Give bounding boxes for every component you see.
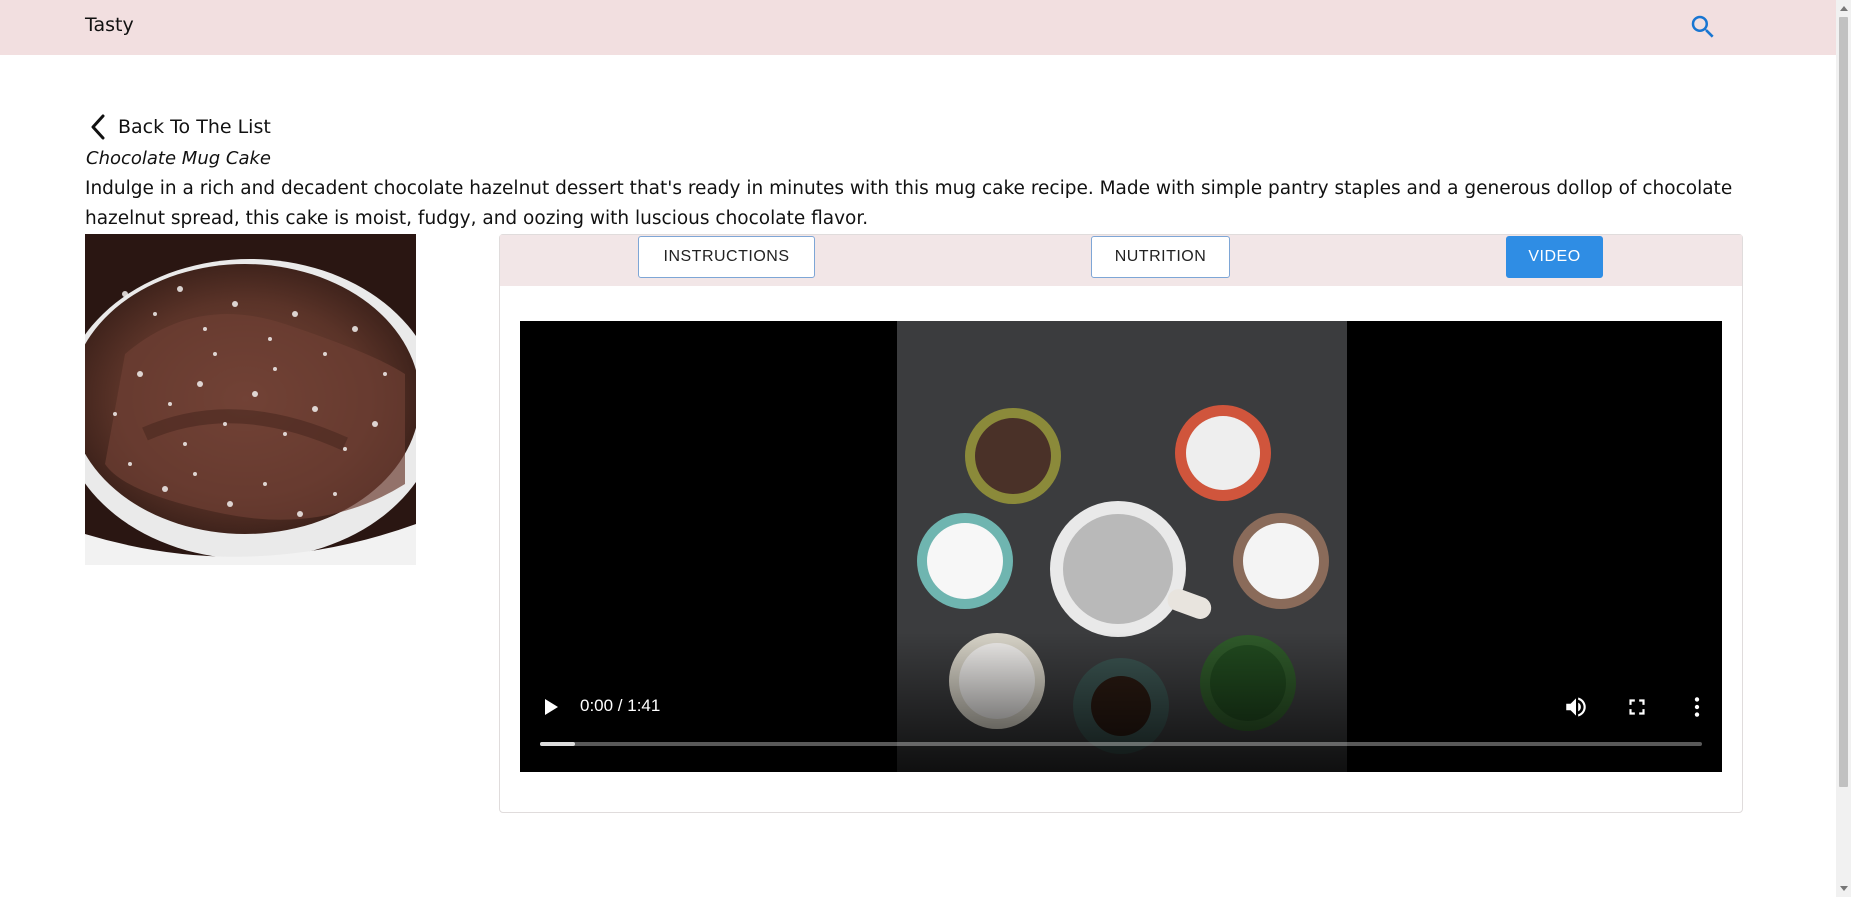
page-scrollbar[interactable]	[1836, 0, 1851, 897]
tab-nutrition[interactable]: NUTRITION	[1091, 236, 1230, 278]
video-time: 0:00 / 1:41	[580, 696, 661, 715]
top-navbar: Tasty	[0, 0, 1836, 55]
search-icon[interactable]	[1688, 12, 1718, 42]
video-progress-fill	[540, 742, 575, 746]
scroll-down-arrow-icon[interactable]	[1840, 886, 1848, 891]
brand-title[interactable]: Tasty	[85, 14, 134, 36]
back-link-label: Back To The List	[118, 116, 271, 138]
fullscreen-icon[interactable]	[1624, 694, 1650, 720]
tab-bar: INSTRUCTIONS NUTRITION VIDEO	[500, 235, 1742, 286]
recipe-title: Chocolate Mug Cake	[86, 148, 271, 169]
scroll-up-arrow-icon[interactable]	[1840, 6, 1848, 11]
tab-instructions[interactable]: INSTRUCTIONS	[638, 236, 815, 278]
chevron-left-icon	[91, 114, 105, 140]
video-player[interactable]: 0:00 / 1:41	[520, 321, 1722, 772]
recipe-tabs-panel: INSTRUCTIONS NUTRITION VIDEO 0:00 / 1:41	[499, 234, 1743, 813]
play-icon[interactable]	[538, 695, 562, 719]
recipe-description: Indulge in a rich and decadent chocolate…	[85, 178, 1733, 229]
recipe-image	[85, 234, 416, 565]
volume-icon[interactable]	[1563, 694, 1589, 720]
tab-video[interactable]: VIDEO	[1506, 236, 1603, 278]
controls-overlay	[520, 632, 1722, 772]
more-options-icon[interactable]	[1684, 694, 1710, 720]
back-to-list-link[interactable]: Back To The List	[88, 112, 271, 142]
scrollbar-thumb[interactable]	[1839, 17, 1848, 787]
video-progress-bar[interactable]	[540, 742, 1702, 746]
